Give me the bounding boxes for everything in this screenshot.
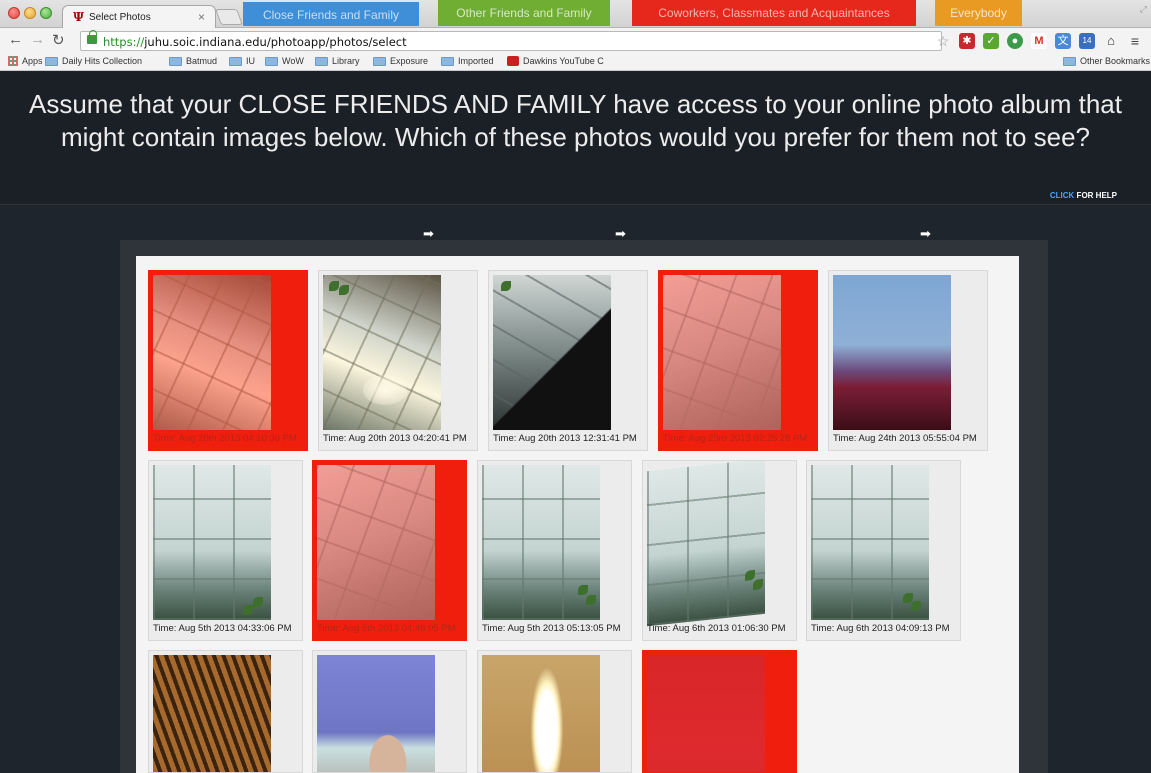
museum-icon[interactable]: ⌂: [1103, 33, 1119, 49]
folder-icon: [45, 56, 58, 66]
photo-caption: Time: Aug 24th 2013 05:55:04 PM: [833, 433, 977, 444]
photo-caption: Time: Aug 6th 2013 04:09:13 PM: [811, 623, 950, 634]
photo-thumbnail: [833, 275, 951, 430]
extension-icons: ☆ ✱ ✓ ● M 文 14 ⌂ ≡: [935, 32, 1143, 50]
photo-card[interactable]: Time: Aug 6th 2013 04:09:13 PM: [806, 460, 961, 641]
photo-caption: Time: Aug 5th 2013 04:33:06 PM: [153, 623, 292, 634]
photo-thumbnail: [811, 465, 929, 620]
photo-card[interactable]: [642, 650, 797, 773]
youtube-icon: [507, 56, 519, 66]
photo-caption: Time: Aug 20th 2013 12:31:41 PM: [493, 433, 637, 444]
photo-card[interactable]: Time: Aug 5th 2013 05:13:05 PM: [477, 460, 632, 641]
arrow-icon: ➡: [615, 226, 626, 241]
photo-card[interactable]: [312, 650, 467, 773]
folder-icon: [265, 56, 278, 66]
photo-thumbnail: [153, 655, 271, 772]
bookmark-iu[interactable]: IU: [229, 56, 255, 66]
bookmark-wow[interactable]: WoW: [265, 56, 304, 66]
gmail-icon[interactable]: M: [1031, 33, 1047, 49]
photo-card[interactable]: Time: Aug 20th 2013 04:20:41 PM: [318, 270, 478, 451]
bookmark-daily-hits[interactable]: Daily Hits Collection: [45, 56, 142, 66]
browser-tab[interactable]: Ψ Select Photos ×: [62, 5, 216, 29]
photo-caption: Time: Aug 5th 2013 05:13:05 PM: [482, 623, 621, 634]
step-other-friends[interactable]: Other Friends and Family: [438, 0, 610, 26]
photo-caption: Time: Aug 20th 2013 04:10:30 PM: [153, 433, 297, 444]
bookmark-dawkins[interactable]: Dawkins YouTube C: [507, 56, 604, 66]
photo-card[interactable]: Time: Aug 6th 2013 01:06:30 PM: [642, 460, 797, 641]
step-close-friends[interactable]: Close Friends and Family: [243, 0, 419, 26]
photo-card[interactable]: Time: Aug 5th 2013 04:48:05 PM: [312, 460, 467, 641]
photo-caption: Time: Aug 23rd 2013 02:25:28 PM: [663, 433, 808, 444]
photo-card[interactable]: [148, 650, 303, 773]
bookmark-batmud[interactable]: Batmud: [169, 56, 217, 66]
bookmarks-bar: Apps Daily Hits Collection Batmud IU WoW…: [0, 54, 1151, 71]
bookmark-imported[interactable]: Imported: [441, 56, 494, 66]
folder-icon: [1063, 56, 1076, 66]
photo-thumbnail: [153, 465, 271, 620]
browser-toolbar: ← → ↻ https://juhu.soic.indiana.edu/phot…: [0, 28, 1151, 54]
help-link[interactable]: CLICK FOR HELP: [1050, 191, 1117, 200]
photo-thumbnail: [482, 655, 600, 772]
extension-evernote-icon[interactable]: ●: [1007, 33, 1023, 49]
photo-card[interactable]: Time: Aug 20th 2013 12:31:41 PM: [488, 270, 648, 451]
question-text: Assume that your CLOSE FRIENDS AND FAMIL…: [29, 89, 1122, 152]
extension-check-icon[interactable]: ✓: [983, 33, 999, 49]
photo-thumbnail: [647, 655, 765, 772]
folder-icon: [441, 56, 454, 66]
menu-icon[interactable]: ≡: [1127, 33, 1143, 49]
lock-icon: [87, 30, 97, 44]
folder-icon: [169, 56, 182, 66]
apps-grid-icon: [8, 56, 18, 66]
photo-thumbnail: [647, 461, 765, 627]
extension-red-icon[interactable]: ✱: [959, 33, 975, 49]
calendar-icon[interactable]: 14: [1079, 33, 1095, 49]
back-arrow-icon[interactable]: ←: [8, 31, 23, 48]
arrow-icon: ➡: [423, 226, 434, 241]
photo-thumbnail: [482, 465, 600, 620]
photo-caption: Time: Aug 20th 2013 04:20:41 PM: [323, 433, 467, 444]
close-window-button[interactable]: [8, 7, 20, 19]
photo-card[interactable]: Time: Aug 23rd 2013 02:25:28 PM: [658, 270, 818, 451]
photo-caption: Time: Aug 5th 2013 04:48:05 PM: [317, 623, 456, 634]
bookmark-other[interactable]: Other Bookmarks: [1063, 56, 1150, 66]
tab-close-icon[interactable]: ×: [198, 10, 205, 24]
bookmark-exposure[interactable]: Exposure: [373, 56, 428, 66]
photo-thumbnail: [317, 655, 435, 772]
new-tab-button[interactable]: [215, 9, 243, 25]
photo-card[interactable]: Time: Aug 20th 2013 04:10:30 PM: [148, 270, 308, 451]
photo-thumbnail: [317, 465, 435, 620]
bookmark-apps[interactable]: Apps: [8, 56, 43, 66]
step-coworkers[interactable]: Coworkers, Classmates and Acquaintances: [632, 0, 916, 26]
arrow-icon: ➡: [920, 226, 931, 241]
forward-arrow-icon[interactable]: →: [30, 31, 45, 48]
reload-icon[interactable]: ↻: [52, 31, 65, 49]
photo-card[interactable]: [477, 650, 632, 773]
photo-thumbnail: [323, 275, 441, 430]
folder-icon: [315, 56, 328, 66]
question-header: Assume that your CLOSE FRIENDS AND FAMIL…: [0, 72, 1151, 205]
folder-icon: [373, 56, 386, 66]
address-bar[interactable]: https://juhu.soic.indiana.edu/photoapp/p…: [80, 30, 942, 51]
step-everybody[interactable]: Everybody: [935, 0, 1022, 26]
star-icon[interactable]: ☆: [935, 33, 951, 49]
tab-title: Select Photos: [89, 12, 151, 23]
translate-icon[interactable]: 文: [1055, 33, 1071, 49]
url-text: https://juhu.soic.indiana.edu/photoapp/p…: [103, 35, 407, 49]
photo-caption: Time: Aug 6th 2013 01:06:30 PM: [647, 623, 786, 634]
minimize-window-button[interactable]: [24, 7, 36, 19]
zoom-window-button[interactable]: [40, 7, 52, 19]
photo-thumbnail: [493, 275, 611, 430]
fullscreen-icon[interactable]: ⤢: [1140, 4, 1147, 15]
folder-icon: [229, 56, 242, 66]
bookmark-library[interactable]: Library: [315, 56, 360, 66]
indiana-favicon-icon: Ψ: [73, 10, 84, 24]
photo-card[interactable]: Time: Aug 5th 2013 04:33:06 PM: [148, 460, 303, 641]
photo-thumbnail: [153, 275, 271, 430]
photo-thumbnail: [663, 275, 781, 430]
photo-card[interactable]: Time: Aug 24th 2013 05:55:04 PM: [828, 270, 988, 451]
